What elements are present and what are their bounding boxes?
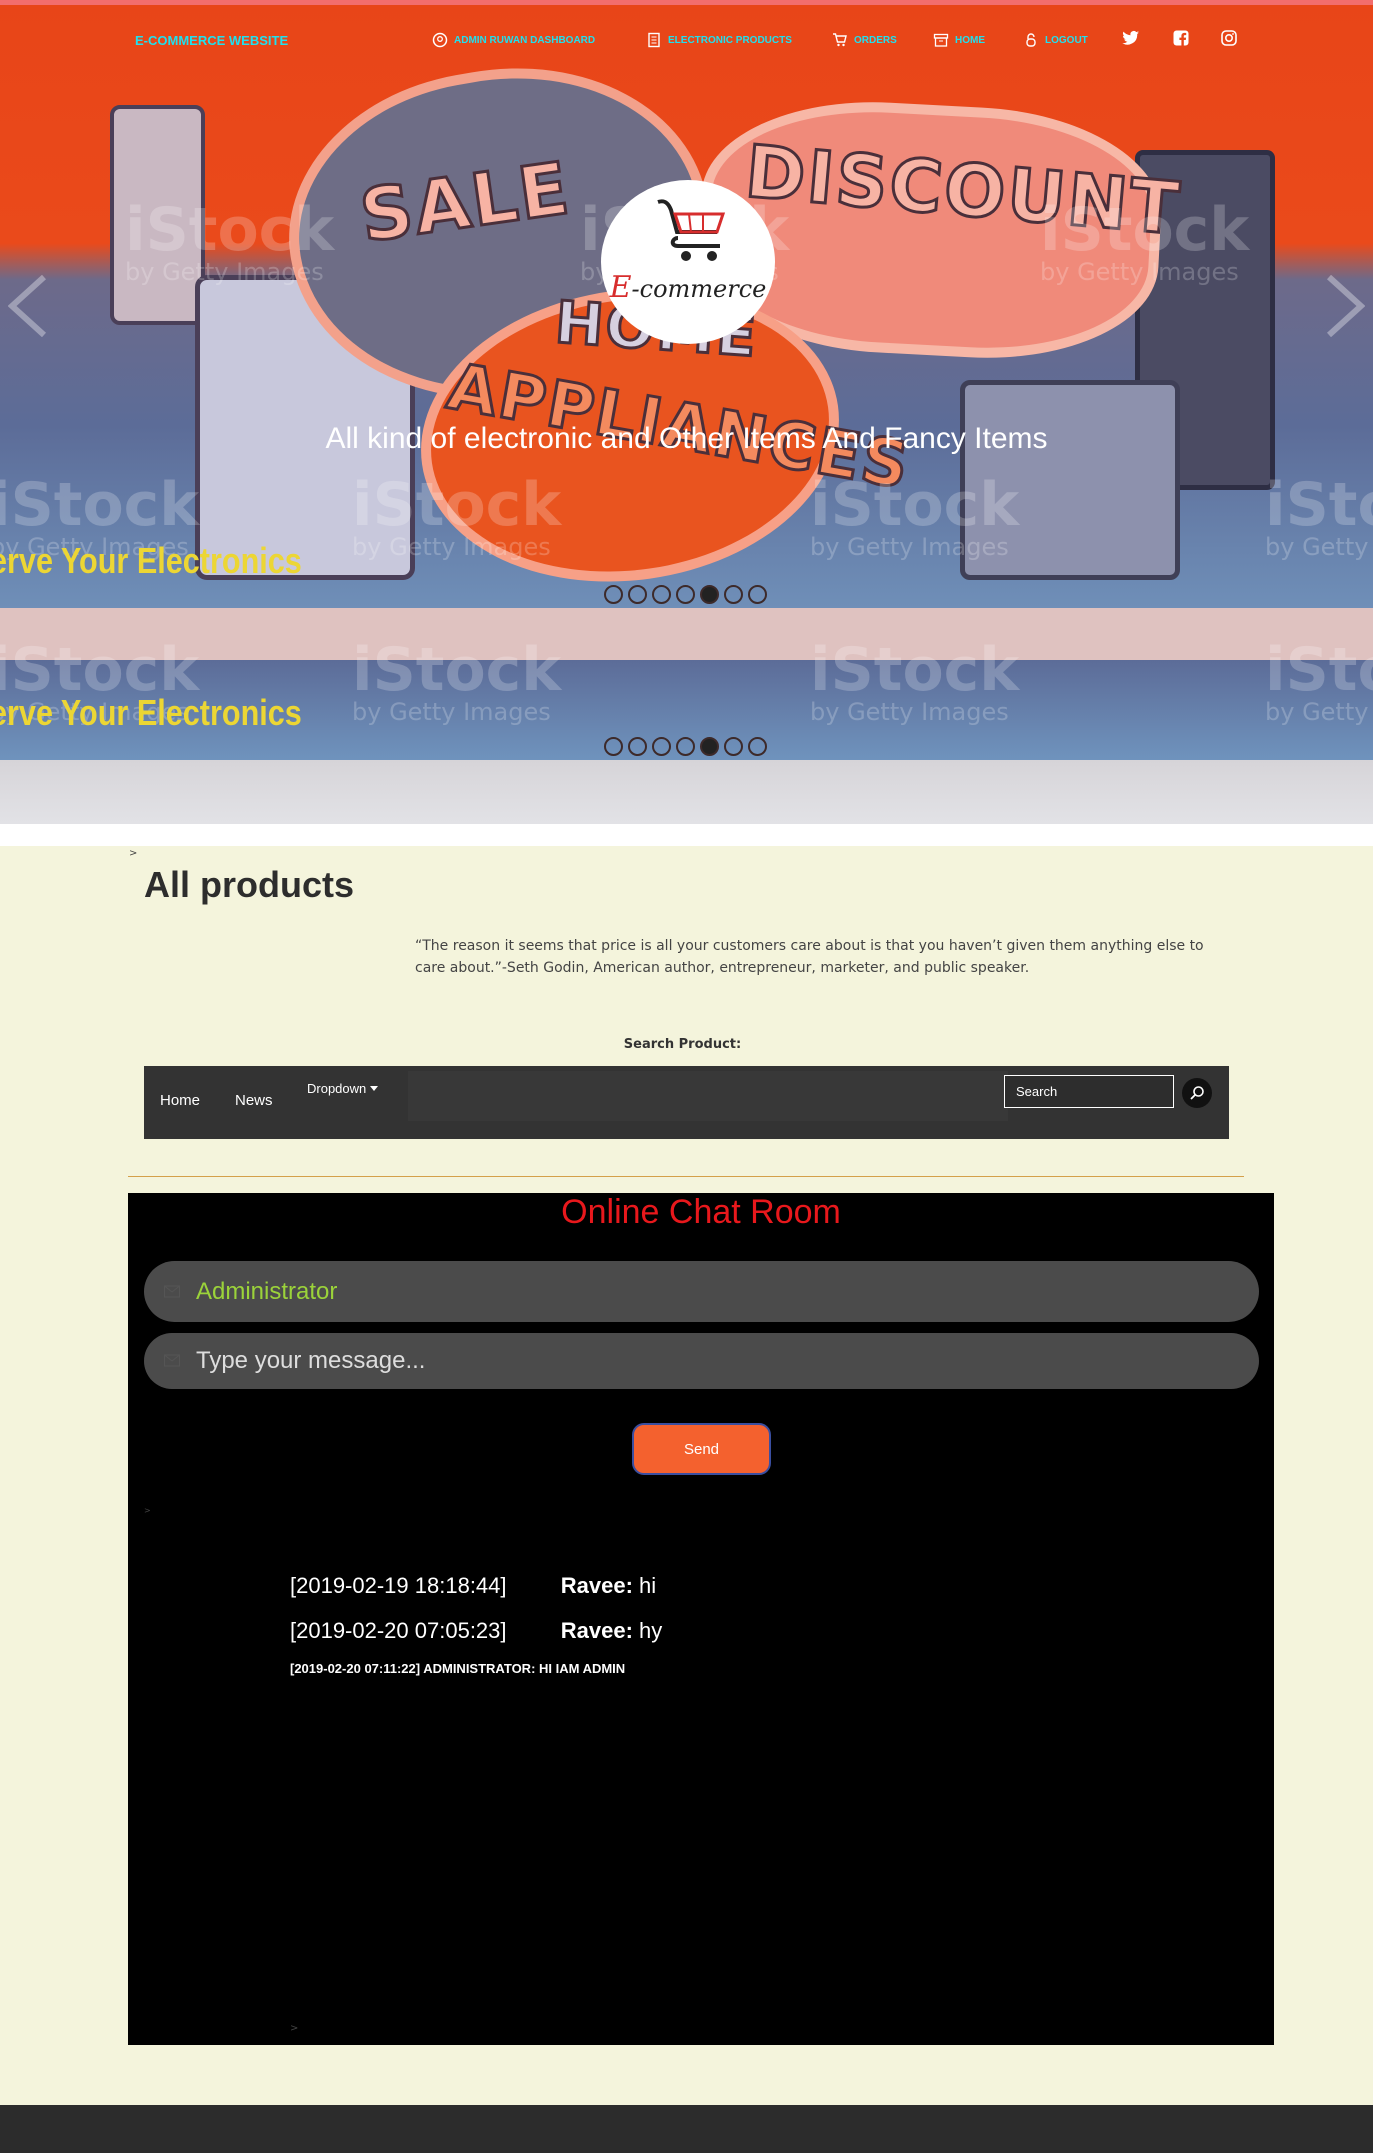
chat-message: [2019-02-19 18:18:44] Ravee: hi (290, 1573, 656, 1599)
page-footer (0, 2105, 1373, 2153)
chat-name-input[interactable] (196, 1277, 1236, 1306)
navbar-panel (408, 1071, 1008, 1121)
chat-message: [2019-02-20 07:05:23] Ravee: hy (290, 1618, 662, 1644)
top-navigation: E-COMMERCE WEBSITE ADMIN RUWAN DASHBOARD… (0, 18, 1373, 62)
nav-label: ORDERS (854, 34, 897, 46)
chat-name-field[interactable] (144, 1261, 1259, 1322)
facebook-icon[interactable] (1170, 27, 1192, 49)
hero-tagline-repeat: erve Your Electronics (0, 692, 302, 733)
carousel-dot[interactable] (652, 737, 671, 756)
nav-home[interactable]: HOME (933, 30, 985, 50)
nav-logout[interactable]: LOGOUT (1023, 30, 1088, 50)
carousel-dot[interactable] (604, 585, 623, 604)
carousel-dot-active[interactable] (700, 585, 719, 604)
watermark: iStockby Getty Images (810, 470, 1020, 561)
carousel-dot-active[interactable] (700, 737, 719, 756)
send-button[interactable]: Send (632, 1423, 771, 1475)
hero-carousel: SALE DISCOUNT HOME APPLIANCES iStockby G… (0, 0, 1373, 825)
nav-label: HOME (955, 34, 985, 46)
watermark: iStockby Getty Images (352, 470, 562, 561)
chat-message-field[interactable] (144, 1333, 1259, 1389)
search-icon (1190, 1086, 1204, 1100)
carousel-dot[interactable] (724, 585, 743, 604)
user-circle-icon (432, 32, 448, 48)
nav-label: ADMIN RUWAN DASHBOARD (454, 34, 596, 46)
logo-wordmark: E-commerce (609, 270, 767, 305)
product-navbar: Home News Dropdown (144, 1066, 1229, 1139)
message-text: hy (639, 1618, 663, 1643)
message-user: Ravee: (560, 1618, 633, 1643)
cart-icon (832, 32, 848, 48)
hero-tagline: erve Your Electronics (0, 540, 302, 581)
carousel-dot[interactable] (604, 737, 623, 756)
search-input[interactable] (1004, 1075, 1174, 1108)
carousel-indicators (604, 585, 767, 604)
chat-breadcrumb: > (144, 1506, 151, 1515)
nav-label: ELECTRONIC PRODUCTS (668, 34, 792, 46)
caret-down-icon (370, 1086, 379, 1091)
watermark: iStockby Getty Images (352, 635, 562, 726)
watermark: iStockby Getty Images (1265, 470, 1373, 561)
nav-electronic-products[interactable]: ELECTRONIC PRODUCTS (646, 30, 792, 50)
watermark: iStockby Getty Images (1265, 635, 1373, 726)
carousel-dot[interactable] (748, 737, 767, 756)
quote-text: “The reason it seems that price is all y… (415, 938, 1204, 976)
carousel-band (0, 608, 1373, 660)
section-divider (128, 1176, 1244, 1177)
navbar-news-link[interactable]: News (235, 1092, 273, 1109)
instagram-icon[interactable] (1218, 27, 1240, 49)
search-button[interactable] (1182, 1078, 1212, 1108)
message-time: [2019-02-19 18:18:44] (290, 1573, 507, 1598)
chat-footer-breadcrumb: > (290, 2023, 299, 2034)
envelope-icon (164, 1282, 180, 1301)
carousel-dot[interactable] (628, 585, 647, 604)
section-divider (0, 824, 1373, 846)
envelope-icon (164, 1352, 180, 1371)
carousel-next-arrow[interactable] (1325, 274, 1366, 338)
navbar-dropdown[interactable]: Dropdown (307, 1081, 379, 1096)
carousel-dot[interactable] (628, 737, 647, 756)
page-title: All products (144, 864, 355, 905)
dropdown-label: Dropdown (307, 1081, 367, 1096)
site-logo: E-commerce (601, 180, 775, 344)
carousel-dot[interactable] (676, 585, 695, 604)
carousel-dot[interactable] (748, 585, 767, 604)
carousel-indicators-repeat (604, 737, 767, 756)
search-product-label: Search Product: (623, 1037, 742, 1052)
top-accent-bar (0, 0, 1373, 5)
lock-icon (1023, 32, 1039, 48)
message-user: Ravee: (560, 1573, 633, 1598)
nav-label: LOGOUT (1045, 34, 1088, 46)
twitter-icon[interactable] (1120, 27, 1142, 49)
watermark: iStockby Getty Images (125, 195, 335, 286)
carousel-band (0, 760, 1373, 824)
hero-caption: All kind of electronic and Other Items A… (325, 422, 1048, 455)
chat-room-panel: Online Chat Room Send > [2019-02-19 18:1… (128, 1193, 1274, 2045)
nav-admin-dashboard[interactable]: ADMIN RUWAN DASHBOARD (432, 30, 595, 50)
breadcrumb: > (129, 848, 138, 859)
carousel-dot[interactable] (676, 737, 695, 756)
message-text: hi (639, 1573, 657, 1598)
archive-icon (933, 32, 949, 48)
carousel-dot[interactable] (652, 585, 671, 604)
document-icon (646, 32, 662, 48)
chat-message-input[interactable] (196, 1347, 1236, 1375)
shopping-cart-logo-icon (657, 199, 726, 261)
carousel-dot[interactable] (724, 737, 743, 756)
watermark: iStockby Getty Images (810, 635, 1020, 726)
brand-link[interactable]: E-COMMERCE WEBSITE (135, 33, 288, 48)
watermark: iStockby Getty Images (1040, 195, 1250, 286)
nav-orders[interactable]: ORDERS (832, 30, 897, 50)
chat-title: Online Chat Room (561, 1193, 841, 1231)
message-time: [2019-02-20 07:05:23] (290, 1618, 507, 1643)
admin-message: [2019-02-20 07:11:22] ADMINISTRATOR: HI … (290, 1661, 626, 1676)
carousel-prev-arrow[interactable] (7, 274, 48, 338)
navbar-home-link[interactable]: Home (160, 1092, 200, 1109)
